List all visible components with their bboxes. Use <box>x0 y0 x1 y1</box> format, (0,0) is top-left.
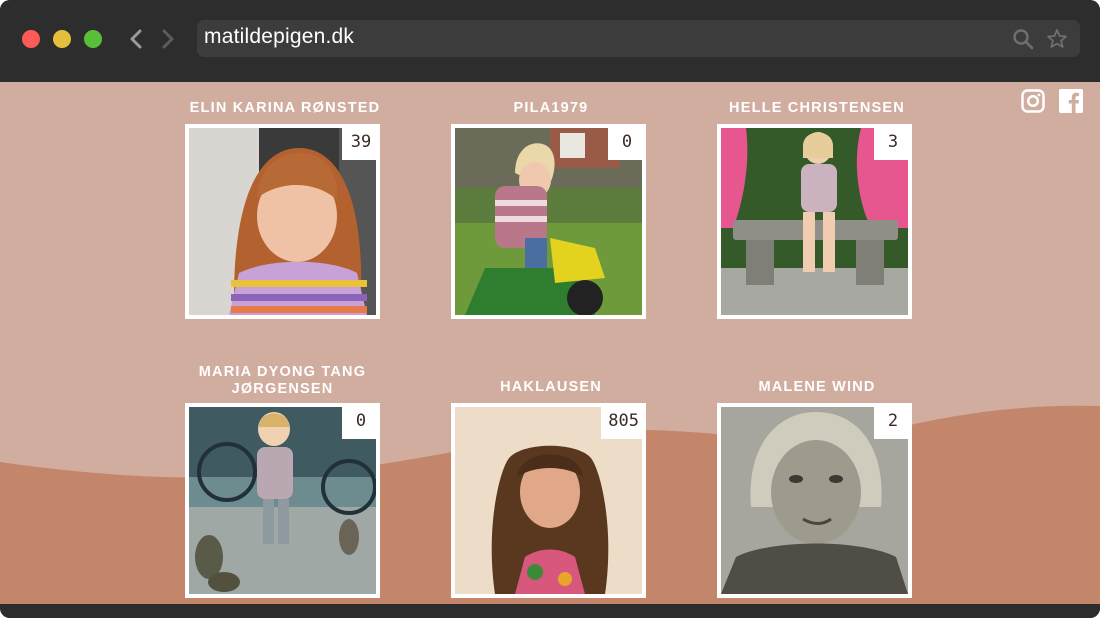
page-content: ELIN KARINA RØNSTED 39 PILA1979 0 HELLE … <box>0 82 1100 604</box>
profile-photo[interactable]: 805 <box>451 403 646 598</box>
profile-photo[interactable]: 3 <box>717 124 912 319</box>
profile-name[interactable]: PILA1979 <box>411 100 691 117</box>
browser-toolbar: matildepigen.dk <box>0 0 1100 82</box>
instagram-icon[interactable] <box>1021 89 1045 113</box>
chevron-left-icon <box>130 29 142 49</box>
count-badge: 0 <box>608 124 646 160</box>
window-bottom-edge <box>0 604 1100 618</box>
browser-window: matildepigen.dk ELIN KARINA RØNSTED 39 P… <box>0 0 1100 618</box>
star-icon[interactable] <box>1046 28 1068 50</box>
profile-name[interactable]: HAKLAUSEN <box>411 379 691 396</box>
facebook-icon[interactable] <box>1059 89 1083 113</box>
profile-photo[interactable]: 0 <box>185 403 380 598</box>
close-window-button[interactable] <box>22 30 40 48</box>
count-badge: 3 <box>874 124 912 160</box>
profile-name[interactable]: MARIA DYONG TANG JØRGENSEN <box>155 364 410 398</box>
profile-photo[interactable]: 0 <box>451 124 646 319</box>
profile-photo[interactable]: 2 <box>717 403 912 598</box>
count-badge: 805 <box>601 403 646 439</box>
address-bar[interactable]: matildepigen.dk <box>197 20 1080 57</box>
profile-name[interactable]: MALENE WIND <box>677 379 957 396</box>
count-badge: 0 <box>342 403 380 439</box>
profile-name[interactable]: HELLE CHRISTENSEN <box>677 100 957 117</box>
back-button[interactable] <box>125 26 147 52</box>
count-badge: 2 <box>874 403 912 439</box>
minimize-window-button[interactable] <box>53 30 71 48</box>
profile-name[interactable]: ELIN KARINA RØNSTED <box>145 100 425 117</box>
chevron-right-icon <box>162 29 174 49</box>
profile-photo[interactable]: 39 <box>185 124 380 319</box>
search-icon[interactable] <box>1012 28 1034 50</box>
zoom-window-button[interactable] <box>84 30 102 48</box>
count-badge: 39 <box>342 124 380 160</box>
forward-button[interactable] <box>157 26 179 52</box>
url-text: matildepigen.dk <box>204 25 355 48</box>
